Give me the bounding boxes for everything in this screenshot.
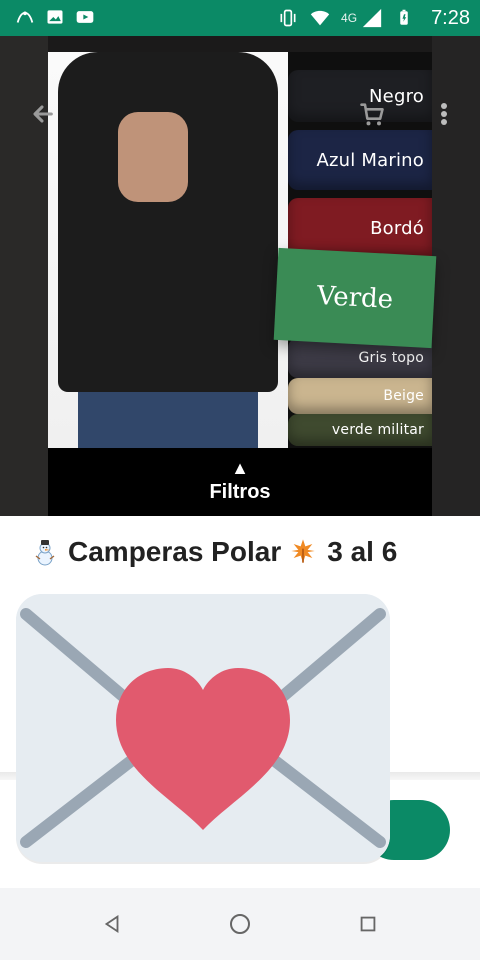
- image-icon: [44, 6, 66, 28]
- nav-back-icon[interactable]: [92, 904, 132, 944]
- status-bar: 4G 7:28: [0, 0, 480, 36]
- product-title: Camperas Polar 3 al 6: [30, 536, 460, 568]
- vibrate-icon: [277, 7, 299, 29]
- android-nav-bar: [0, 888, 480, 960]
- product-hero: Negro Azul Marino Bordó Gris topo Beige …: [0, 36, 480, 516]
- jacket-image: [58, 52, 278, 392]
- swatch-label: verde militar: [331, 422, 424, 438]
- signal-icon: [361, 7, 383, 29]
- title-text-part2: 3 al 6: [327, 536, 398, 567]
- assistant-icon: [14, 6, 36, 28]
- clock: 7:28: [431, 7, 470, 29]
- youtube-icon: [74, 6, 96, 28]
- swatch-label: Verde: [316, 281, 394, 315]
- envelope-heart-icon: [16, 594, 390, 862]
- swatch-verde: Verde: [273, 247, 437, 349]
- network-type: 4G: [341, 11, 358, 25]
- content-area: Camperas Polar 3 al 6: [0, 516, 480, 888]
- leaf-icon: [289, 537, 319, 567]
- model-area: [48, 52, 288, 448]
- more-vert-icon[interactable]: [432, 94, 456, 134]
- swatch-label: Beige: [383, 388, 424, 404]
- love-letter-card: [16, 594, 390, 862]
- swatch-beige: Beige: [288, 378, 432, 414]
- arrow-back-icon[interactable]: [24, 96, 60, 132]
- status-left: [14, 6, 96, 28]
- battery-icon: [393, 7, 415, 29]
- nav-home-icon[interactable]: [220, 904, 260, 944]
- hand-shape: [118, 112, 188, 202]
- swatch-verde-militar: verde militar: [288, 414, 432, 446]
- swatch-label: Gris topo: [358, 350, 424, 366]
- filters-label: Filtros: [209, 480, 271, 503]
- shopping-cart-icon[interactable]: [352, 94, 392, 134]
- swatch-label: Azul Marino: [316, 149, 424, 171]
- snowman-icon: [30, 537, 60, 567]
- status-right: 4G 7:28: [277, 5, 470, 31]
- title-text-part1: Camperas Polar: [68, 536, 282, 567]
- nav-recent-apps-icon[interactable]: [348, 904, 388, 944]
- swatch-label: Bordó: [370, 217, 424, 239]
- filters-bar[interactable]: ▲ Filtros: [48, 448, 432, 516]
- wifi-icon: [309, 7, 331, 29]
- chevron-up-icon: ▲: [231, 457, 249, 478]
- jeans-shape: [78, 392, 258, 448]
- swatch-azul-marino: Azul Marino: [288, 130, 432, 190]
